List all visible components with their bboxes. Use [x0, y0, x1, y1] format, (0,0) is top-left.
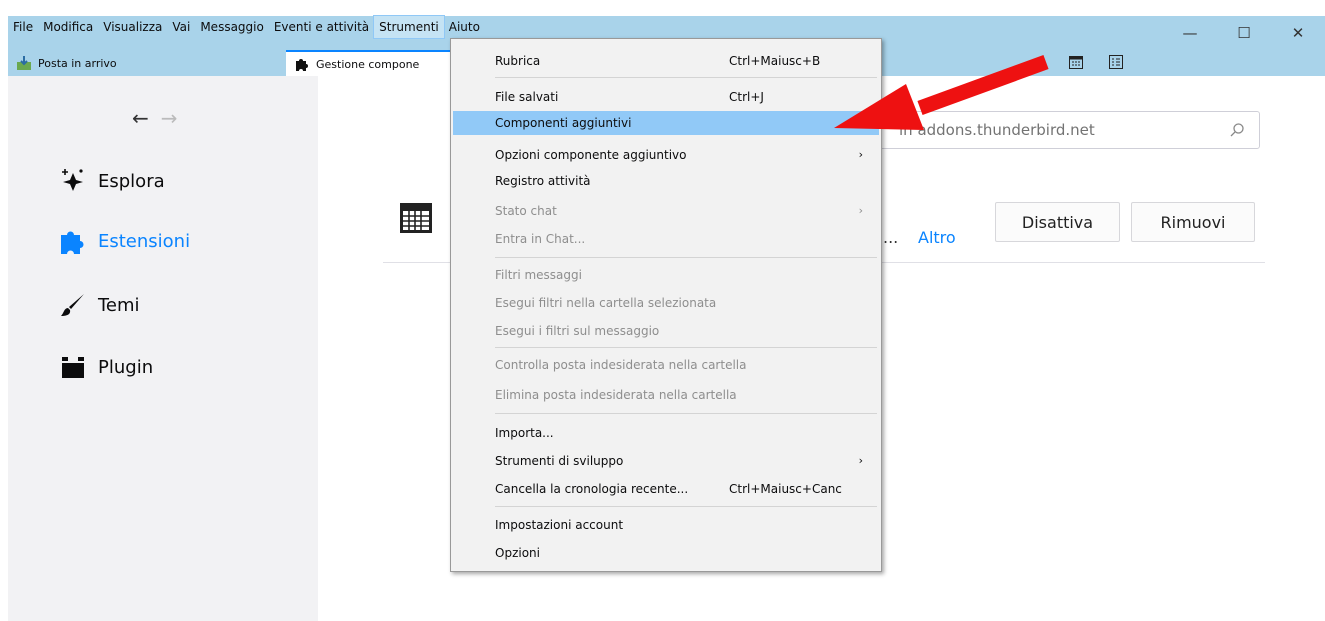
menu-item-shortcut: Ctrl+Maiusc+Canc — [729, 482, 842, 496]
menu-item-label: Componenti aggiuntivi — [495, 116, 632, 130]
submenu-arrow-icon: › — [858, 148, 863, 161]
remove-button[interactable]: Rimuovi — [1131, 202, 1255, 242]
menu-separator — [495, 257, 877, 258]
submenu-arrow-icon: › — [858, 204, 863, 217]
puzzle-icon — [58, 226, 88, 256]
strumenti-menu: Rubrica Ctrl+Maiusc+B File salvati Ctrl+… — [450, 38, 882, 572]
menu-item-label: Opzioni componente aggiuntivo — [495, 148, 687, 162]
menu-item-opzioni[interactable]: Opzioni — [453, 541, 879, 565]
puzzle-icon — [294, 56, 310, 72]
menu-item-label: Esegui filtri nella cartella selezionata — [495, 296, 717, 310]
menu-messaggio[interactable]: Messaggio — [195, 16, 269, 38]
menu-item-entra-in-chat: Entra in Chat... — [453, 227, 879, 251]
tab-label: Gestione compone — [316, 57, 420, 71]
menu-item-label: Stato chat — [495, 204, 557, 218]
menu-item-esegui-filtri-cartella: Esegui filtri nella cartella selezionata — [453, 291, 879, 315]
menu-item-label: Impostazioni account — [495, 518, 624, 532]
menu-item-controlla-indesiderata: Controlla posta indesiderata nella carte… — [453, 353, 879, 377]
tab-inbox[interactable]: Posta in arrivo — [8, 50, 283, 76]
menu-item-label: Strumenti di sviluppo — [495, 454, 624, 468]
menu-item-label: Importa... — [495, 426, 554, 440]
menu-item-opzioni-componente[interactable]: Opzioni componente aggiuntivo › — [453, 143, 879, 167]
more-link[interactable]: Altro — [918, 228, 956, 247]
menu-item-esegui-filtri-messaggio: Esegui i filtri sul messaggio — [453, 319, 879, 343]
menu-separator — [495, 413, 877, 414]
minimize-button[interactable]: — — [1163, 16, 1217, 50]
category-estensioni[interactable]: Estensioni — [58, 224, 190, 258]
category-label: Estensioni — [98, 230, 191, 252]
menu-separator — [495, 77, 877, 78]
menu-separator — [495, 506, 877, 507]
calendar-addon-icon — [398, 200, 434, 236]
menu-file[interactable]: File — [8, 16, 38, 38]
calendar-icon[interactable] — [1068, 54, 1084, 70]
category-plugin[interactable]: Plugin — [58, 350, 153, 384]
search-input[interactable]: in addons.thunderbird.net — [860, 111, 1260, 149]
menu-item-componenti-aggiuntivi[interactable]: Componenti aggiuntivi — [453, 111, 879, 135]
forward-arrow-icon[interactable]: → — [161, 106, 178, 130]
category-label: Temi — [98, 294, 140, 316]
submenu-arrow-icon: › — [858, 454, 863, 467]
brush-icon — [58, 290, 88, 320]
tab-label: Posta in arrivo — [38, 56, 117, 70]
tab-addons-manager[interactable]: Gestione compone — [286, 50, 458, 76]
menu-item-label: File salvati — [495, 90, 559, 104]
menu-item-filtri-messaggi: Filtri messaggi — [453, 263, 879, 287]
menu-item-label: Rubrica — [495, 54, 541, 68]
menu-item-stato-chat: Stato chat › — [453, 199, 879, 223]
search-placeholder: in addons.thunderbird.net — [899, 121, 1095, 139]
sparkle-icon — [58, 166, 88, 196]
menu-item-file-salvati[interactable]: File salvati Ctrl+J — [453, 85, 879, 109]
menu-item-shortcut: Ctrl+J — [729, 90, 764, 104]
category-esplora[interactable]: Esplora — [58, 164, 165, 198]
menu-item-strumenti-sviluppo[interactable]: Strumenti di sviluppo › — [453, 449, 879, 473]
tasks-icon[interactable] — [1108, 54, 1124, 70]
close-button[interactable]: ✕ — [1271, 16, 1325, 50]
menu-item-label: Opzioni — [495, 546, 540, 560]
menu-item-elimina-indesiderata: Elimina posta indesiderata nella cartell… — [453, 383, 879, 407]
category-temi[interactable]: Temi — [58, 288, 140, 322]
menu-item-impostazioni-account[interactable]: Impostazioni account — [453, 513, 879, 537]
category-label: Esplora — [98, 170, 165, 192]
menu-item-label: Esegui i filtri sul messaggio — [495, 324, 660, 338]
search-icon — [1229, 122, 1245, 142]
back-arrow-icon[interactable]: ← — [132, 106, 149, 130]
menu-eventi[interactable]: Eventi e attività — [269, 16, 374, 38]
menu-item-label: Entra in Chat... — [495, 232, 586, 246]
menu-item-shortcut: Ctrl+Maiusc+B — [729, 54, 821, 68]
plugin-icon — [58, 352, 88, 382]
menu-vai[interactable]: Vai — [167, 16, 195, 38]
menu-strumenti[interactable]: Strumenti — [373, 15, 445, 39]
disable-button[interactable]: Disattiva — [995, 202, 1120, 242]
window-controls: — ☐ ✕ — [1163, 16, 1325, 50]
menu-item-label: Controlla posta indesiderata nella carte… — [495, 358, 747, 372]
toolbar-icons — [1068, 54, 1124, 70]
menu-item-label: Elimina posta indesiderata nella cartell… — [495, 388, 737, 402]
addon-name-ellipsis: ... — [883, 228, 899, 247]
menu-separator — [495, 347, 877, 348]
menu-modifica[interactable]: Modifica — [38, 16, 98, 38]
inbox-icon — [16, 55, 32, 71]
maximize-button[interactable]: ☐ — [1217, 16, 1271, 50]
menu-item-label: Registro attività — [495, 174, 591, 188]
menu-item-rubrica[interactable]: Rubrica Ctrl+Maiusc+B — [453, 49, 879, 73]
menu-item-cancella-cronologia[interactable]: Cancella la cronologia recente... Ctrl+M… — [453, 477, 879, 501]
menu-item-importa[interactable]: Importa... — [453, 421, 879, 445]
menu-visualizza[interactable]: Visualizza — [98, 16, 167, 38]
categories-sidebar: ← → Esplora Estensioni Temi Plugin — [8, 76, 318, 621]
menu-item-label: Filtri messaggi — [495, 268, 582, 282]
menu-item-label: Cancella la cronologia recente... — [495, 482, 689, 496]
menubar: File Modifica Visualizza Vai Messaggio E… — [8, 15, 485, 39]
category-label: Plugin — [98, 356, 154, 378]
history-nav: ← → — [132, 106, 178, 130]
menu-item-registro-attivita[interactable]: Registro attività — [453, 169, 879, 193]
menu-aiuto[interactable]: Aiuto — [444, 16, 485, 38]
